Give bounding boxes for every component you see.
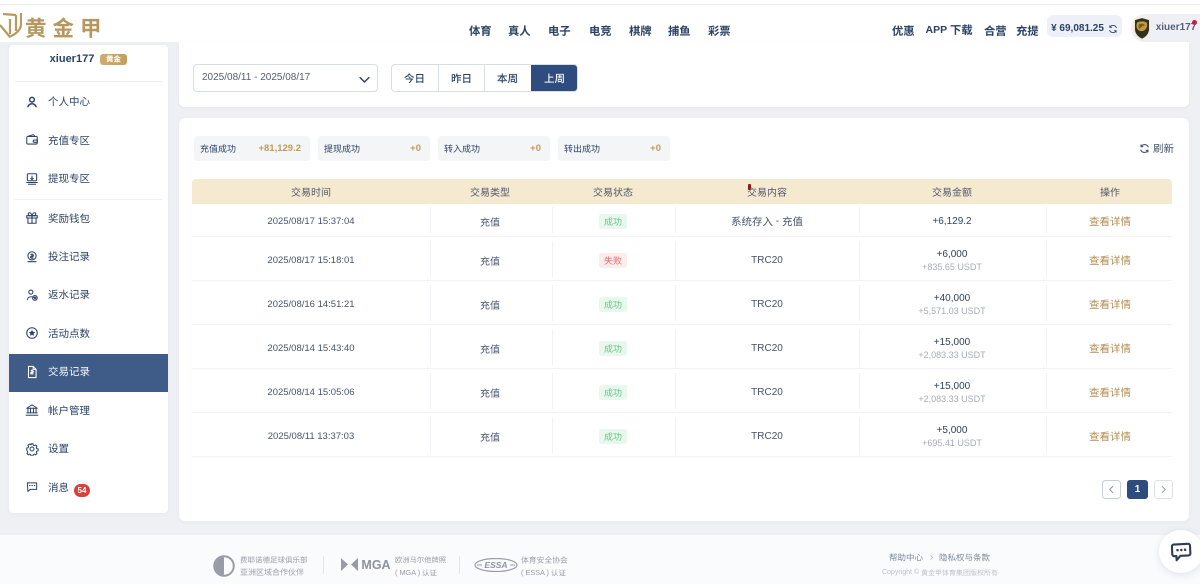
svg-text:ESSA: ESSA [484,560,507,570]
